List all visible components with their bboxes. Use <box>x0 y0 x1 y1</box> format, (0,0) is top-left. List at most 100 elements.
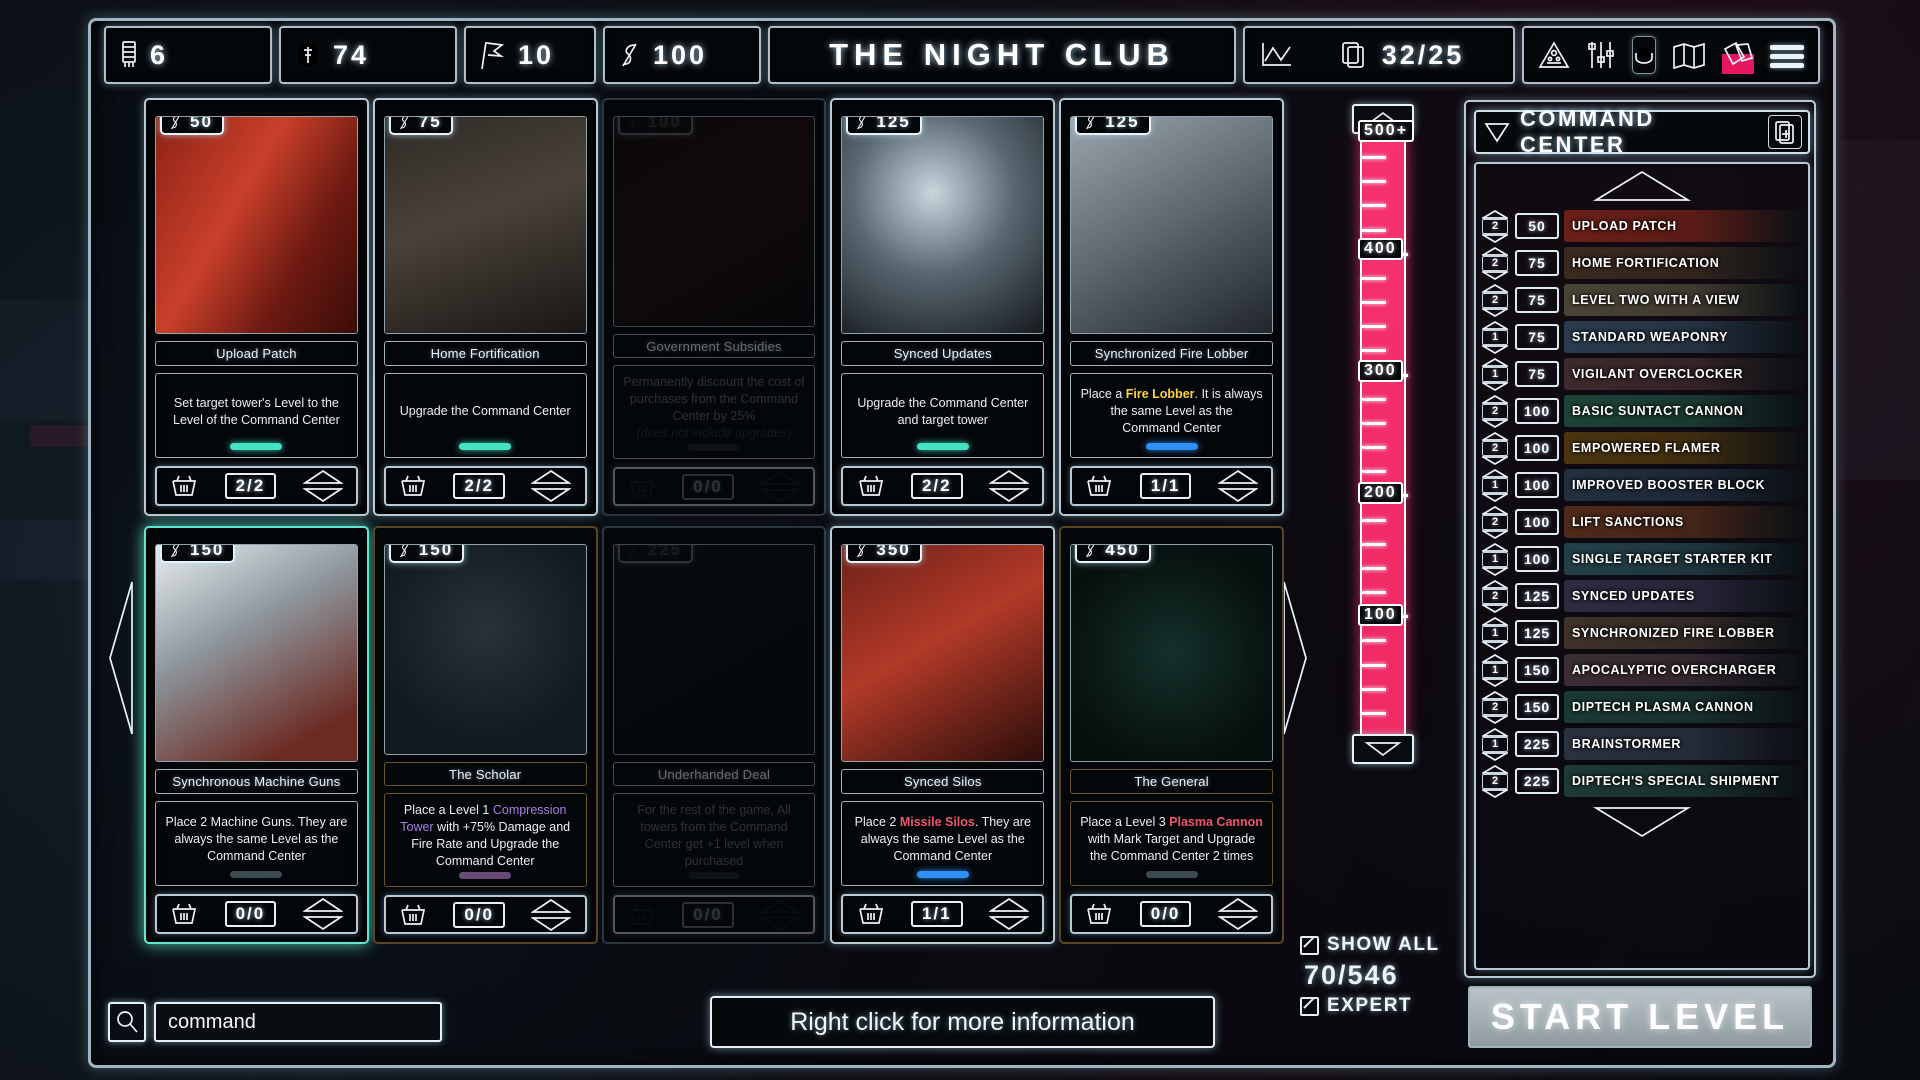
stepper-down-icon[interactable] <box>1482 455 1508 465</box>
card[interactable]: 125 Synchronized Fire Lobber Place a Fire … <box>1059 98 1284 516</box>
command-center-row[interactable]: 2 100 EMPOWERED FLAMER <box>1480 430 1804 466</box>
up-down-arrows-icon[interactable] <box>760 470 800 504</box>
deck-icon[interactable] <box>1722 36 1754 74</box>
search-icon[interactable] <box>108 1002 146 1042</box>
quantity-stepper[interactable]: 1 <box>1480 653 1510 687</box>
command-center-row[interactable]: 1 100 SINGLE TARGET STARTER KIT <box>1480 541 1804 577</box>
card-stepper[interactable] <box>302 897 343 931</box>
stepper-up-icon[interactable] <box>1482 431 1508 441</box>
price-scale[interactable]: 500+ 400 300 200 100 <box>1352 104 1415 764</box>
stepper-down-icon[interactable] <box>1482 270 1508 280</box>
quantity-stepper[interactable]: 2 <box>1480 505 1510 539</box>
card[interactable]: 150 Synchronous Machine Guns Place 2 Machi… <box>144 526 369 944</box>
stepper-down-icon[interactable] <box>1482 233 1508 243</box>
stepper-down-icon[interactable] <box>1482 751 1508 761</box>
scale-bottom-handle[interactable] <box>1352 734 1414 764</box>
stepper-down-icon[interactable] <box>1482 307 1508 317</box>
card-stepper[interactable] <box>1217 469 1258 503</box>
card[interactable]: 150 The Scholar Place a Level 1 Compressio… <box>372 526 598 944</box>
quantity-stepper[interactable]: 2 <box>1480 431 1510 465</box>
stepper-up-icon[interactable] <box>1482 246 1508 256</box>
up-down-arrows-icon[interactable] <box>988 897 1029 931</box>
command-center-row[interactable]: 2 100 LIFT SANCTIONS <box>1480 504 1804 540</box>
stepper-down-icon[interactable] <box>1482 418 1508 428</box>
item-entry[interactable]: APOCALYPTIC OVERCHARGER <box>1564 654 1804 686</box>
card-stepper[interactable] <box>531 898 572 932</box>
card-stepper[interactable] <box>302 469 343 503</box>
disc-icon[interactable] <box>1632 36 1656 74</box>
buy-button[interactable] <box>399 473 427 499</box>
buy-button[interactable] <box>170 473 198 499</box>
command-center-row[interactable]: 2 125 SYNCED UPDATES <box>1480 578 1804 614</box>
stepper-down-icon[interactable] <box>1482 381 1508 391</box>
expert-toggle[interactable]: EXPERT <box>1300 995 1450 1017</box>
up-down-arrows-icon[interactable] <box>302 897 343 931</box>
quantity-stepper[interactable]: 1 <box>1480 320 1510 354</box>
quantity-stepper[interactable]: 1 <box>1480 727 1510 761</box>
card[interactable]: 75 Home Fortification Upgrade the Command … <box>372 98 598 516</box>
menu-icon[interactable] <box>1770 41 1804 69</box>
card[interactable]: 225 Underhanded Deal For the rest of the g… <box>601 526 827 944</box>
buy-button[interactable] <box>1085 901 1113 927</box>
card[interactable]: 50 Upload Patch Set target tower's Level t… <box>144 98 369 516</box>
stepper-up-icon[interactable] <box>1482 320 1508 330</box>
stepper-up-icon[interactable] <box>1482 468 1508 478</box>
card-stepper[interactable] <box>760 898 800 932</box>
quantity-stepper[interactable]: 2 <box>1480 209 1510 243</box>
quantity-stepper[interactable]: 2 <box>1480 764 1510 798</box>
command-center-row[interactable]: 1 75 VIGILANT OVERCLOCKER <box>1480 356 1804 392</box>
card[interactable]: 125 Synced Updates Upgrade the Command Cen… <box>830 98 1056 516</box>
stepper-down-icon[interactable] <box>1482 529 1508 539</box>
quantity-stepper[interactable]: 2 <box>1480 246 1510 280</box>
card-stepper[interactable] <box>531 469 572 503</box>
buy-button[interactable] <box>1085 473 1113 499</box>
item-entry[interactable]: SINGLE TARGET STARTER KIT <box>1564 543 1804 575</box>
command-center-row[interactable]: 1 100 IMPROVED BOOSTER BLOCK <box>1480 467 1804 503</box>
scroll-down-arrow[interactable] <box>1476 800 1808 844</box>
quantity-stepper[interactable]: 2 <box>1480 579 1510 613</box>
stepper-up-icon[interactable] <box>1482 616 1508 626</box>
stepper-down-icon[interactable] <box>1482 492 1508 502</box>
card-stepper[interactable] <box>1217 897 1258 931</box>
item-entry[interactable]: LEVEL TWO WITH A VIEW <box>1564 284 1804 316</box>
command-center-row[interactable]: 2 50 UPLOAD PATCH <box>1480 208 1804 244</box>
stepper-up-icon[interactable] <box>1482 653 1508 663</box>
stepper-down-icon[interactable] <box>1482 677 1508 687</box>
stat-flags[interactable]: 10 <box>464 26 596 84</box>
command-center-row[interactable]: 2 100 BASIC SUNTACT CANNON <box>1480 393 1804 429</box>
stepper-down-icon[interactable] <box>1482 788 1508 798</box>
command-center-row[interactable]: 1 75 STANDARD WEAPONRY <box>1480 319 1804 355</box>
item-entry[interactable]: LIFT SANCTIONS <box>1564 506 1804 538</box>
item-entry[interactable]: EMPOWERED FLAMER <box>1564 432 1804 464</box>
stepper-up-icon[interactable] <box>1482 283 1508 293</box>
stat-cards[interactable]: 32/25 <box>1243 26 1515 84</box>
show-all-checkbox[interactable] <box>1300 935 1319 955</box>
command-center-row[interactable]: 2 150 DIPTECH PLASMA CANNON <box>1480 689 1804 725</box>
stepper-up-icon[interactable] <box>1482 357 1508 367</box>
card[interactable]: 100 Government Subsidies Permanently disco… <box>601 98 827 516</box>
sliders-icon[interactable] <box>1586 36 1616 74</box>
quantity-stepper[interactable]: 1 <box>1480 616 1510 650</box>
command-center-row[interactable]: 2 225 DIPTECH'S SPECIAL SHIPMENT <box>1480 763 1804 799</box>
item-entry[interactable]: HOME FORTIFICATION <box>1564 247 1804 279</box>
stepper-up-icon[interactable] <box>1482 690 1508 700</box>
buy-button[interactable] <box>628 902 656 928</box>
start-level-button[interactable]: START LEVEL <box>1468 986 1812 1048</box>
buy-button[interactable] <box>399 902 427 928</box>
warning-icon[interactable] <box>1538 36 1570 74</box>
item-entry[interactable]: IMPROVED BOOSTER BLOCK <box>1564 469 1804 501</box>
stat-currency[interactable]: 100 <box>603 26 761 84</box>
up-down-arrows-icon[interactable] <box>760 898 800 932</box>
stepper-up-icon[interactable] <box>1482 727 1508 737</box>
stepper-up-icon[interactable] <box>1482 579 1508 589</box>
stepper-down-icon[interactable] <box>1482 714 1508 724</box>
stepper-down-icon[interactable] <box>1482 344 1508 354</box>
up-down-arrows-icon[interactable] <box>302 469 343 503</box>
card-stepper[interactable] <box>988 469 1029 503</box>
up-down-arrows-icon[interactable] <box>531 469 572 503</box>
item-entry[interactable]: DIPTECH'S SPECIAL SHIPMENT <box>1564 765 1804 797</box>
stepper-up-icon[interactable] <box>1482 505 1508 515</box>
scale-track[interactable] <box>1360 132 1408 736</box>
stepper-up-icon[interactable] <box>1482 764 1508 774</box>
show-all-toggle[interactable]: SHOW ALL <box>1300 934 1450 956</box>
